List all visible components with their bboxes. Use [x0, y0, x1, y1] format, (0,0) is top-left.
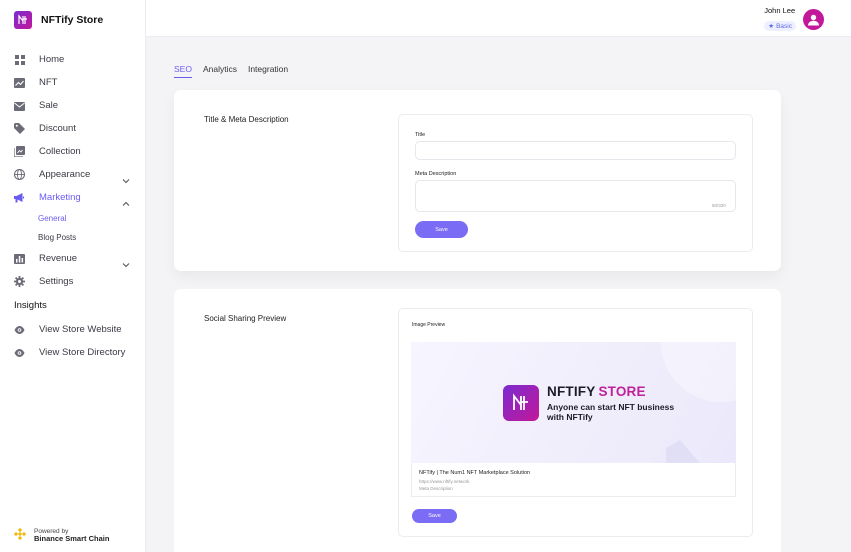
globe-icon: [14, 169, 25, 180]
user-info: John Lee ★ Basic: [764, 6, 796, 33]
preview-image: NFTIFY STORE Anyone can start NFT busines…: [411, 342, 736, 463]
sidebar-item-label: Settings: [39, 276, 74, 287]
sidebar-item-settings[interactable]: Settings: [0, 270, 146, 293]
avatar[interactable]: [803, 9, 824, 30]
powered-by: Powered by Binance Smart Chain: [13, 527, 110, 545]
nftify-logo-icon: [503, 385, 539, 421]
title-label: Title: [415, 132, 426, 138]
preview-meta-description: Meta Description: [419, 486, 453, 491]
sidebar-item-view-store-website[interactable]: View Store Website: [0, 318, 146, 341]
sidebar-item-home[interactable]: Home: [0, 48, 146, 71]
megaphone-icon: [14, 192, 25, 203]
chevron-down-icon: [122, 171, 130, 184]
seo-form: Title Meta Description 50/320 Save: [398, 114, 753, 252]
preview-brand-part1: NFTIFY: [547, 384, 596, 399]
sidebar-item-label: Home: [39, 54, 65, 65]
sidebar-item-revenue[interactable]: Revenue: [0, 247, 146, 270]
sidebar-subitem-blog-posts[interactable]: Blog Posts: [0, 228, 146, 247]
preview-meta: NFTify | The Num1 NFT Marketplace Soluti…: [411, 463, 736, 497]
eye-icon: [14, 324, 25, 335]
eye-icon: [14, 347, 25, 358]
tab-seo[interactable]: SEO: [174, 64, 192, 78]
sidebar-item-marketing[interactable]: Marketing: [0, 186, 146, 209]
top-bar: John Lee ★ Basic: [146, 0, 851, 37]
sidebar-item-appearance[interactable]: Appearance: [0, 163, 146, 186]
sidebar-subitem-general[interactable]: General: [0, 209, 146, 228]
meta-char-counter: 50/320: [712, 203, 726, 208]
chevron-down-icon: [122, 255, 130, 268]
tag-icon: [14, 123, 25, 134]
sidebar-item-sale[interactable]: Sale: [0, 94, 146, 117]
social-section-title: Social Sharing Preview: [204, 314, 287, 323]
brand-logo-icon: [14, 11, 32, 29]
sidebar-item-label: Revenue: [39, 253, 78, 264]
sidebar-item-label: View Store Directory: [39, 347, 126, 358]
chart-icon: [14, 77, 25, 88]
seo-section-title: Title & Meta Description: [204, 115, 289, 124]
preview-brand-part2: STORE: [598, 384, 646, 399]
image-preview-label: Image Preview: [412, 322, 446, 328]
sidebar-item-discount[interactable]: Discount: [0, 117, 146, 140]
title-input[interactable]: [415, 141, 736, 160]
gear-icon: [14, 276, 25, 287]
sidebar-item-label: Marketing: [39, 192, 81, 203]
tabs: SEO Analytics Integration: [174, 64, 299, 78]
user-name: John Lee: [764, 6, 796, 15]
tab-analytics[interactable]: Analytics: [203, 64, 237, 78]
preview-brand: NFTIFY STORE: [547, 384, 646, 399]
social-card: Social Sharing Preview Image Preview NFT…: [174, 289, 781, 552]
preview-meta-url: https://www.nftify.network: [419, 479, 470, 484]
collection-icon: [14, 146, 25, 157]
sidebar-item-label: Discount: [39, 123, 76, 134]
chevron-up-icon: [122, 194, 130, 206]
mail-icon: [14, 100, 25, 111]
sidebar-item-label: View Store Website: [39, 324, 122, 335]
brand-name: NFTify Store: [41, 14, 104, 26]
brand[interactable]: NFTify Store: [14, 11, 103, 29]
seo-card: Title & Meta Description Title Meta Desc…: [174, 90, 781, 271]
sidebar-item-label: Appearance: [39, 169, 91, 180]
powered-by-chain: Binance Smart Chain: [34, 534, 110, 544]
user-menu[interactable]: John Lee ★ Basic: [764, 6, 824, 33]
plan-label: Basic: [776, 22, 792, 30]
sidebar-item-label: NFT: [39, 77, 58, 88]
sidebar-item-label: Collection: [39, 146, 81, 157]
grid-icon: [14, 54, 25, 65]
meta-description-label: Meta Description: [415, 171, 457, 177]
sidebar-item-label: Sale: [39, 100, 59, 111]
meta-description-input[interactable]: [415, 180, 736, 212]
sidebar-item-view-store-directory[interactable]: View Store Directory: [0, 341, 146, 364]
social-preview-panel: Image Preview NFTIFY STORE Anyone can sta…: [398, 308, 753, 537]
star-icon: ★: [768, 23, 775, 30]
insights-heading: Insights: [14, 300, 47, 311]
save-button[interactable]: Save: [415, 221, 468, 238]
preview-meta-title: NFTify | The Num1 NFT Marketplace Soluti…: [419, 470, 531, 476]
sidebar: NFTify Store Home NFT Sale Discount Coll…: [0, 0, 146, 552]
bar-chart-icon: [14, 253, 25, 264]
preview-tagline: Anyone can start NFT business with NFTif…: [547, 402, 675, 423]
decoration-icon: [666, 440, 700, 463]
binance-logo-icon: [13, 527, 27, 545]
sidebar-nav: Home NFT Sale Discount Collection Appear…: [0, 48, 146, 364]
social-save-button[interactable]: Save: [412, 509, 457, 523]
tab-integration[interactable]: Integration: [248, 64, 288, 78]
sidebar-item-collection[interactable]: Collection: [0, 140, 146, 163]
sidebar-item-nft[interactable]: NFT: [0, 71, 146, 94]
plan-badge: ★ Basic: [764, 21, 796, 31]
